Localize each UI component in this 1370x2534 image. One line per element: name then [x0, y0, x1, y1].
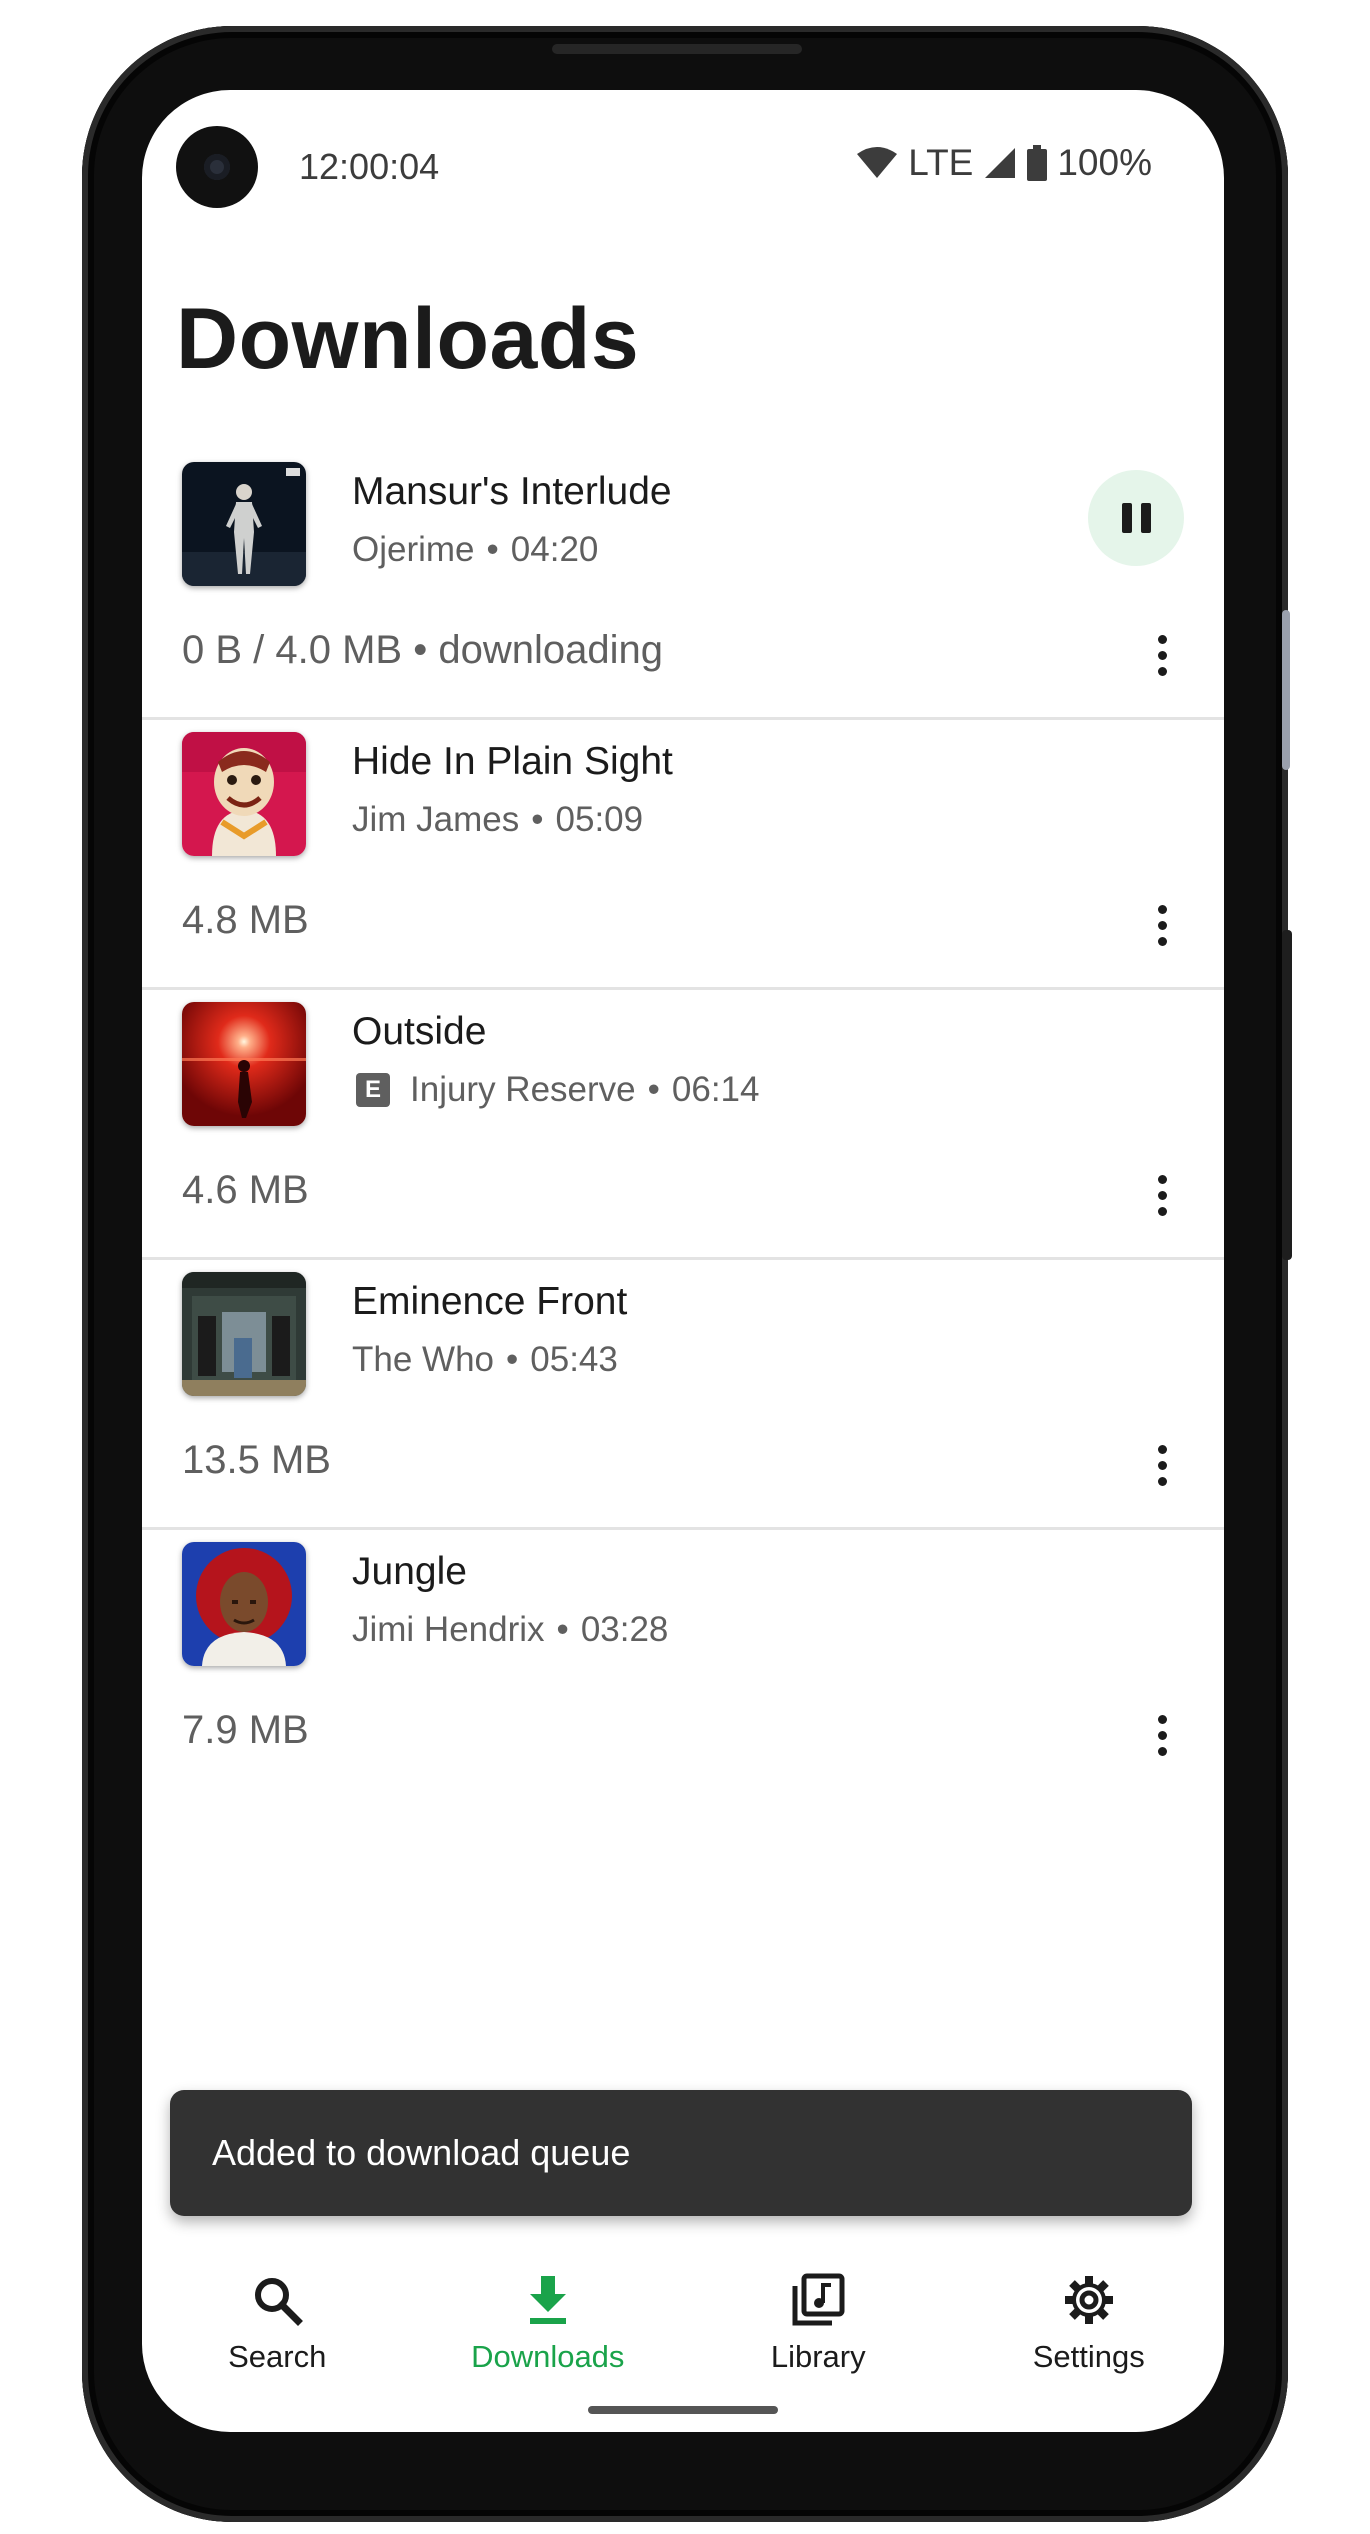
album-cover	[182, 1272, 306, 1396]
more-icon-dot	[1157, 1206, 1167, 1216]
track-meta: The Who • 05:43	[352, 1340, 618, 1380]
more-options-button[interactable]	[1140, 1700, 1184, 1770]
app-screen: 12:00:04 LTE 100% Downloads Mansur's Int…	[142, 90, 1224, 2432]
wifi-icon	[856, 146, 898, 180]
artist-name: Injury Reserve	[410, 1070, 636, 1109]
gear-icon	[1061, 2267, 1117, 2333]
bottom-navigation: Search Downloads Library Settings	[142, 2245, 1224, 2415]
more-icon-dot	[1157, 936, 1167, 946]
artist-name: The Who	[352, 1340, 494, 1379]
track-duration: 05:09	[555, 800, 644, 839]
cell-signal-icon	[983, 146, 1017, 180]
search-icon	[251, 2267, 304, 2333]
more-icon-dot	[1157, 1190, 1167, 1200]
track-meta: Jim James • 05:09	[352, 800, 643, 840]
track-title: Outside	[352, 1010, 487, 1053]
file-size: 7.9 MB	[182, 1708, 309, 1752]
earpiece-speaker	[552, 44, 802, 54]
more-icon-dot	[1157, 666, 1167, 676]
separator-dot: •	[531, 800, 544, 839]
volume-button	[1282, 610, 1290, 770]
track-meta: Jimi Hendrix • 03:28	[352, 1610, 668, 1650]
download-item[interactable]: Eminence Front The Who • 05:43 13.5 MB	[142, 1260, 1224, 1530]
more-icon-dot	[1157, 650, 1167, 660]
file-size: 13.5 MB	[182, 1438, 331, 1482]
nav-downloads-label: Downloads	[471, 2339, 625, 2374]
separator-dot: •	[647, 1070, 660, 1109]
status-bar: 12:00:04 LTE 100%	[142, 90, 1224, 240]
page-title: Downloads	[176, 291, 640, 387]
power-button	[1282, 930, 1292, 1260]
track-title: Mansur's Interlude	[352, 470, 672, 513]
track-duration: 05:43	[530, 1340, 618, 1379]
file-size: 4.8 MB	[182, 898, 309, 942]
download-item[interactable]: Outside E Injury Reserve • 06:14 4.6 MB	[142, 990, 1224, 1260]
home-indicator[interactable]	[588, 2406, 778, 2414]
nav-settings-label: Settings	[1032, 2339, 1145, 2374]
pause-icon	[1121, 503, 1132, 533]
status-time: 12:00:04	[299, 146, 440, 187]
artist-name: Ojerime	[352, 530, 475, 569]
artist-name: Jimi Hendrix	[352, 1610, 545, 1649]
nav-downloads[interactable]: Downloads	[413, 2245, 684, 2415]
more-icon-dot	[1157, 1730, 1167, 1740]
more-options-button[interactable]	[1140, 620, 1184, 690]
network-type: LTE	[908, 142, 974, 183]
download-item[interactable]: Mansur's Interlude Ojerime • 04:20 0 B /…	[142, 450, 1224, 720]
more-icon-dot	[1157, 1476, 1167, 1486]
track-title: Hide In Plain Sight	[352, 740, 673, 783]
more-icon-dot	[1157, 904, 1167, 914]
separator-dot: •	[556, 1610, 569, 1649]
status-icons: LTE 100%	[856, 142, 1152, 184]
album-cover	[182, 732, 306, 856]
snackbar: Added to download queue	[170, 2090, 1192, 2216]
track-title: Jungle	[352, 1550, 467, 1593]
album-cover	[182, 1542, 306, 1666]
pause-download-button[interactable]	[1088, 470, 1184, 566]
nav-search[interactable]: Search	[142, 2245, 413, 2415]
explicit-badge: E	[356, 1073, 390, 1107]
library-icon	[790, 2267, 846, 2333]
snackbar-message: Added to download queue	[212, 2132, 631, 2173]
download-status: 0 B / 4.0 MB • downloading	[182, 628, 663, 672]
more-options-button[interactable]	[1140, 1160, 1184, 1230]
pause-icon-bar	[1140, 503, 1151, 533]
nav-library-label: Library	[770, 2339, 866, 2374]
downloads-list: Mansur's Interlude Ojerime • 04:20 0 B /…	[142, 450, 1224, 1797]
nav-library[interactable]: Library	[683, 2245, 954, 2415]
battery-percent: 100%	[1057, 142, 1152, 183]
more-icon-dot	[1157, 920, 1167, 930]
nav-settings[interactable]: Settings	[954, 2245, 1225, 2415]
front-camera	[176, 126, 258, 208]
download-item[interactable]: Jungle Jimi Hendrix • 03:28 7.9 MB	[142, 1530, 1224, 1797]
battery-icon	[1027, 145, 1048, 181]
more-icon-dot	[1157, 1746, 1167, 1756]
separator-dot: •	[506, 1340, 519, 1379]
more-icon-dot	[1157, 634, 1167, 644]
artist-name: Jim James	[352, 800, 520, 839]
more-icon-dot	[1157, 1460, 1167, 1470]
nav-search-label: Search	[228, 2339, 327, 2374]
track-meta: E Injury Reserve • 06:14	[352, 1070, 760, 1110]
download-icon	[526, 2267, 570, 2333]
track-title: Eminence Front	[352, 1280, 628, 1323]
track-meta: Ojerime • 04:20	[352, 530, 598, 570]
track-duration: 04:20	[510, 530, 599, 569]
track-duration: 06:14	[671, 1070, 760, 1109]
file-size: 4.6 MB	[182, 1168, 309, 1212]
more-icon-dot	[1157, 1714, 1167, 1724]
track-duration: 03:28	[580, 1610, 669, 1649]
more-options-button[interactable]	[1140, 890, 1184, 960]
album-cover	[182, 462, 306, 586]
download-item[interactable]: Hide In Plain Sight Jim James • 05:09 4.…	[142, 720, 1224, 990]
separator-dot: •	[486, 530, 499, 569]
more-options-button[interactable]	[1140, 1430, 1184, 1500]
album-cover	[182, 1002, 306, 1126]
more-icon-dot	[1157, 1174, 1167, 1184]
more-icon-dot	[1157, 1444, 1167, 1454]
